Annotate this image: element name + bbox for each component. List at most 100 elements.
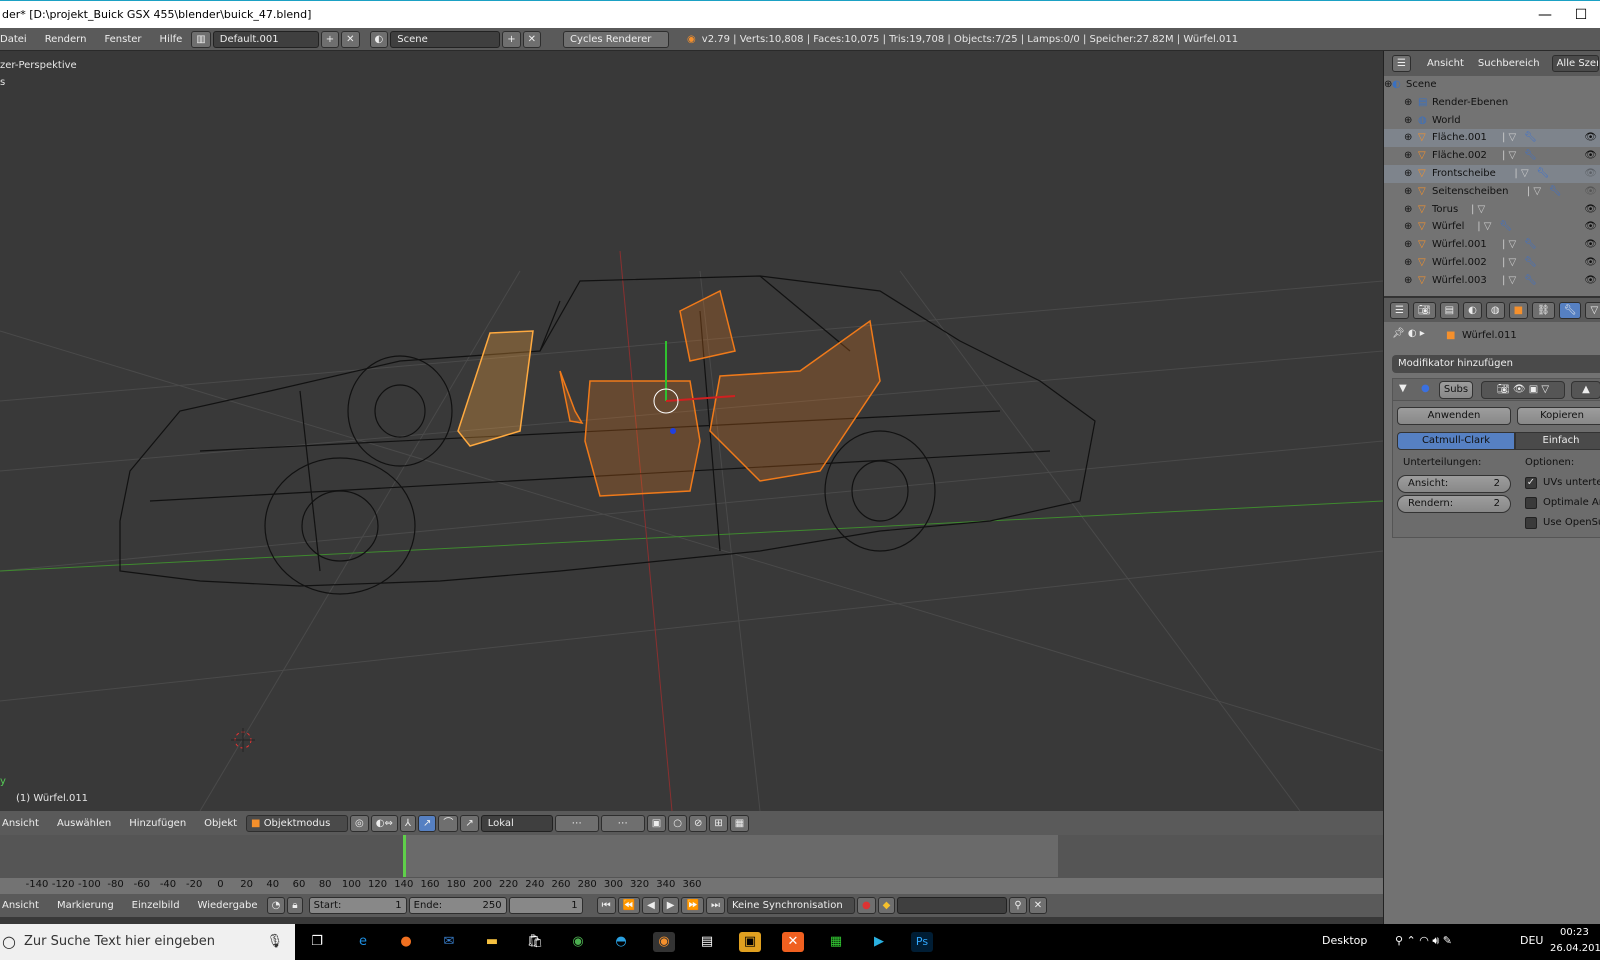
jump-key-back-button[interactable]: ⏪ <box>617 897 641 914</box>
menu-hilfe[interactable]: Hilfe <box>151 34 192 45</box>
sync-select[interactable]: Keine Synchronisation <box>726 897 855 914</box>
expand-icon[interactable]: ⊕ <box>1404 129 1412 147</box>
move-up-button[interactable]: ▲ <box>1571 381 1600 399</box>
language-indicator[interactable]: DEU <box>1520 934 1543 947</box>
visibility-eye-icon[interactable]: 👁︎ <box>1584 165 1597 183</box>
outliner-item[interactable]: ⊕ ▽ Fläche.002 | ▽ 🔧︎ 👁︎ <box>1384 147 1600 165</box>
mesh-data-icon[interactable]: | ▽ <box>1527 183 1541 201</box>
menu-rendern[interactable]: Rendern <box>36 34 96 45</box>
expand-icon[interactable]: ⊕ <box>1404 183 1412 201</box>
add-scene-button[interactable]: + <box>502 30 521 48</box>
scale-manipulator[interactable]: ↗ <box>460 814 479 832</box>
app2-icon[interactable]: ▤ <box>696 932 718 952</box>
mesh-data-icon[interactable]: | ▽ <box>1502 272 1516 290</box>
editor-type-button[interactable]: ☰ <box>1390 301 1409 319</box>
mesh-data-icon[interactable]: | ▽ <box>1502 254 1516 272</box>
clock-date[interactable]: 26.04.2018 <box>1550 943 1600 954</box>
lock-icon[interactable]: 🔒︎ <box>287 897 303 914</box>
optimal-display-checkbox[interactable] <box>1525 497 1537 509</box>
uv-subdivide-checkbox[interactable]: ✓ <box>1525 477 1537 489</box>
mesh-data-icon[interactable]: | ▽ <box>1471 201 1485 219</box>
scene-type-button[interactable]: ◐ <box>369 30 389 48</box>
remove-scene-button[interactable]: ✕ <box>522 30 542 48</box>
snap-select[interactable]: ◐⇔ <box>370 814 398 832</box>
modifiers-tab-icon[interactable]: 🔧︎ <box>1558 301 1582 319</box>
layers-buttons-a[interactable]: ⋯ <box>554 814 599 832</box>
media-player-icon[interactable]: ▶ <box>868 932 890 952</box>
layers-buttons-b[interactable]: ⋯ <box>600 814 645 832</box>
add-modifier-button[interactable]: Modifikator hinzufügen <box>1392 355 1600 373</box>
render-opengl-icon[interactable]: ▦ <box>729 814 750 832</box>
layout-field[interactable]: Default.001 <box>212 30 319 48</box>
scene-tab-icon[interactable]: ◐ <box>1463 301 1482 319</box>
tl-menu-markierung[interactable]: Markierung <box>48 900 123 911</box>
expand-icon[interactable]: ⊕ <box>1404 94 1412 112</box>
end-field[interactable]: Ende: 250 <box>408 897 507 914</box>
outliner-item[interactable]: ⊕ ▤ Render-Ebenen <box>1384 94 1600 112</box>
editor-type-button[interactable]: ☰ <box>1392 55 1411 72</box>
file-explorer-icon[interactable]: ▬ <box>481 932 503 952</box>
edge-icon[interactable]: e <box>352 932 374 952</box>
mesh-data-icon[interactable]: | ▽ <box>1502 129 1516 147</box>
jump-start-button[interactable]: ⏮ <box>596 897 616 914</box>
catmull-clark-option[interactable]: Catmull-Clark <box>1397 432 1515 450</box>
render-tab-icon[interactable]: 📷︎ <box>1412 301 1436 319</box>
timeline-ruler[interactable]: -140 -120 -100 -80 -60 -40 -20 0 20 40 60 80 100 120 1… <box>0 877 1383 894</box>
outliner-item[interactable]: ⊕ ▽ Frontscheibe | ▽ 🔧︎ 👁︎ <box>1384 165 1600 183</box>
apply-button[interactable]: Anwenden <box>1397 407 1511 425</box>
remove-layout-button[interactable]: ✕ <box>341 30 360 48</box>
tl-menu-wiedergabe[interactable]: Wiedergabe <box>189 900 267 911</box>
modifier-wrench-icon[interactable]: 🔧︎ <box>1536 165 1549 183</box>
app3-icon[interactable]: ▣ <box>739 932 761 952</box>
expand-icon[interactable]: ⊕ <box>1404 236 1412 254</box>
world-tab-icon[interactable]: ◍ <box>1485 301 1505 319</box>
firefox-icon[interactable]: ● <box>395 932 417 952</box>
constraints-tab-icon[interactable]: ⛓︎ <box>1532 301 1555 319</box>
menu-datei[interactable]: Datei <box>0 34 36 45</box>
visibility-eye-icon[interactable]: 👁︎ <box>1584 201 1597 219</box>
mode-select[interactable]: ■ Objektmodus <box>246 814 349 832</box>
expand-icon[interactable]: ⊕ <box>1404 201 1412 219</box>
display-mode-select[interactable]: Alle Szene <box>1551 55 1599 72</box>
blender-taskbar-icon[interactable]: ◉ <box>653 932 675 952</box>
orientation-select[interactable]: Lokal <box>480 814 553 832</box>
use-opensubdiv-checkbox[interactable] <box>1525 517 1537 529</box>
expand-icon[interactable]: ⊕ <box>1404 165 1412 183</box>
layout-type-button[interactable]: ▥ <box>191 30 211 48</box>
desktop-toolbar[interactable]: Desktop <box>1322 934 1367 947</box>
expand-icon[interactable]: ⊕ <box>1404 218 1412 236</box>
tl-menu-ansicht[interactable]: Ansicht <box>0 900 48 911</box>
data-tab-icon[interactable]: ▽ <box>1585 301 1600 319</box>
collapse-icon[interactable]: ▼ <box>1399 383 1407 394</box>
minimize-button[interactable]: — <box>1530 1 1560 29</box>
proportional-edit-icon[interactable]: ○ <box>668 814 687 832</box>
modifier-wrench-icon[interactable]: 🔧︎ <box>1524 147 1537 165</box>
expand-icon[interactable]: ⊕ <box>1404 112 1412 130</box>
timeline-area[interactable] <box>0 835 1383 877</box>
copy-button[interactable]: Kopieren <box>1517 407 1600 425</box>
microphone-icon[interactable]: 🎙︎ <box>266 924 283 960</box>
spreadsheet-icon[interactable]: ▦ <box>825 932 847 952</box>
simple-option[interactable]: Einfach <box>1515 432 1600 450</box>
modifier-wrench-icon[interactable]: 🔧︎ <box>1499 218 1512 236</box>
mesh-data-icon[interactable]: | ▽ <box>1514 165 1528 183</box>
photoshop-icon[interactable]: Ps <box>911 932 933 952</box>
modifier-wrench-icon[interactable]: 🔧︎ <box>1524 254 1537 272</box>
render-levels-field[interactable]: Rendern: 2 <box>1397 495 1511 513</box>
pivot-select[interactable]: ◎ <box>350 814 369 832</box>
outliner-menu-ansicht[interactable]: Ansicht <box>1427 58 1464 69</box>
preview-range-icon[interactable]: ◔ <box>266 897 286 914</box>
taskbar-search[interactable]: ○ Zur Suche Text hier eingeben 🎙︎ <box>0 924 295 960</box>
outliner-item[interactable]: ⊕ ▽ Würfel.002 | ▽ 🔧︎ 👁︎ <box>1384 254 1600 272</box>
modifier-wrench-icon[interactable]: 🔧︎ <box>1524 236 1537 254</box>
object-tab-icon[interactable]: ■ <box>1508 301 1529 319</box>
render-layers-tab-icon[interactable]: ▤ <box>1439 301 1460 319</box>
outliner-item[interactable]: ⊕ ▽ Torus | ▽ 👁︎ <box>1384 201 1600 219</box>
view-levels-field[interactable]: Ansicht: 2 <box>1397 475 1511 493</box>
outliner-item[interactable]: ⊕ ▽ Würfel.001 | ▽ 🔧︎ 👁︎ <box>1384 236 1600 254</box>
delete-keyframe-button[interactable]: ✕ <box>1028 897 1048 914</box>
play-reverse-button[interactable]: ◀ <box>642 897 660 914</box>
mesh-data-icon[interactable]: | ▽ <box>1477 218 1491 236</box>
expand-icon[interactable]: ⊕ <box>1404 272 1412 290</box>
outliner-item[interactable]: ⊕ ▽ Würfel | ▽ 🔧︎ 👁︎ <box>1384 218 1600 236</box>
